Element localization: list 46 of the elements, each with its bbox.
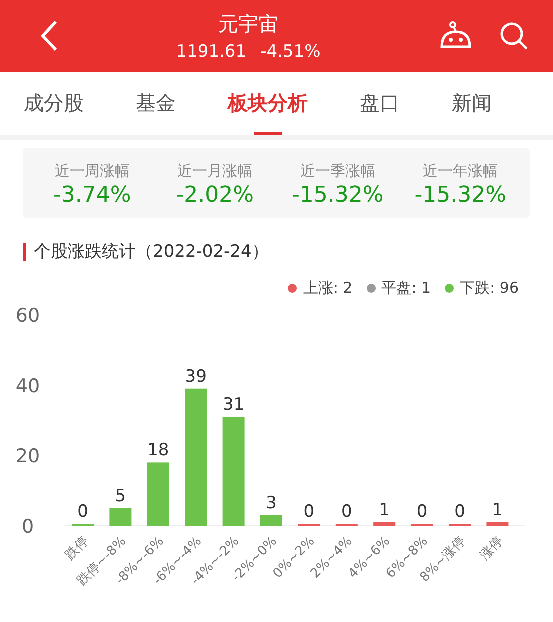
bar-value: 0 <box>304 502 315 522</box>
bar-value: 0 <box>341 502 352 522</box>
legend-label: 上涨: 2 <box>303 279 353 298</box>
stat-label: 近一月涨幅 <box>178 162 253 181</box>
bar-value: 1 <box>492 500 504 520</box>
bar <box>110 508 132 526</box>
category-label: 涨停 <box>478 534 507 564</box>
bar-value: 5 <box>115 486 126 506</box>
legend-label: 平盘: 1 <box>382 279 432 298</box>
index-price: 1191.61 <box>176 42 247 62</box>
bar <box>260 515 282 526</box>
legend-label: 下跌: 96 <box>460 279 519 298</box>
stat-value: -3.74% <box>53 183 132 208</box>
back-icon[interactable] <box>40 20 58 52</box>
bar <box>147 462 170 526</box>
axis-label: 60 <box>16 305 40 327</box>
index-change: -4.51% <box>260 42 321 62</box>
stat-value: -15.32% <box>414 183 507 208</box>
robot-icon[interactable] <box>439 21 473 51</box>
bar <box>486 522 509 526</box>
bar-value: 0 <box>78 502 88 522</box>
bar-value: 3 <box>266 493 277 514</box>
page-title: 元宇宙 <box>218 10 278 38</box>
axis-label: 40 <box>16 375 40 398</box>
bar-value: 1 <box>379 500 390 520</box>
bar-value: 0 <box>454 502 466 522</box>
tab[interactable]: 盘口 <box>360 72 400 135</box>
stat-value: -2.02% <box>176 183 254 208</box>
section-title: 个股涨跌统计（2022-02-24） <box>34 241 269 263</box>
axis-label: 0 <box>22 516 34 538</box>
stat-label: 近一年涨幅 <box>423 162 498 181</box>
tab[interactable]: 新闻 <box>452 72 492 135</box>
stat-label: 近一周涨幅 <box>54 162 130 181</box>
tab[interactable]: 成分股 <box>24 72 84 135</box>
axis-label: 20 <box>16 446 40 468</box>
bar <box>374 522 396 526</box>
category-label: 跌停 <box>62 534 92 564</box>
bar-value: 39 <box>185 366 207 387</box>
bar-value: 31 <box>222 394 245 415</box>
stat-label: 近一季涨幅 <box>300 162 376 181</box>
bar-value: 0 <box>416 502 428 522</box>
stat-value: -15.32% <box>292 183 384 208</box>
tab[interactable]: 基金 <box>136 72 176 135</box>
search-icon[interactable] <box>499 21 529 51</box>
bar-value: 18 <box>148 440 170 461</box>
tab[interactable]: 板块分析 <box>228 72 308 135</box>
